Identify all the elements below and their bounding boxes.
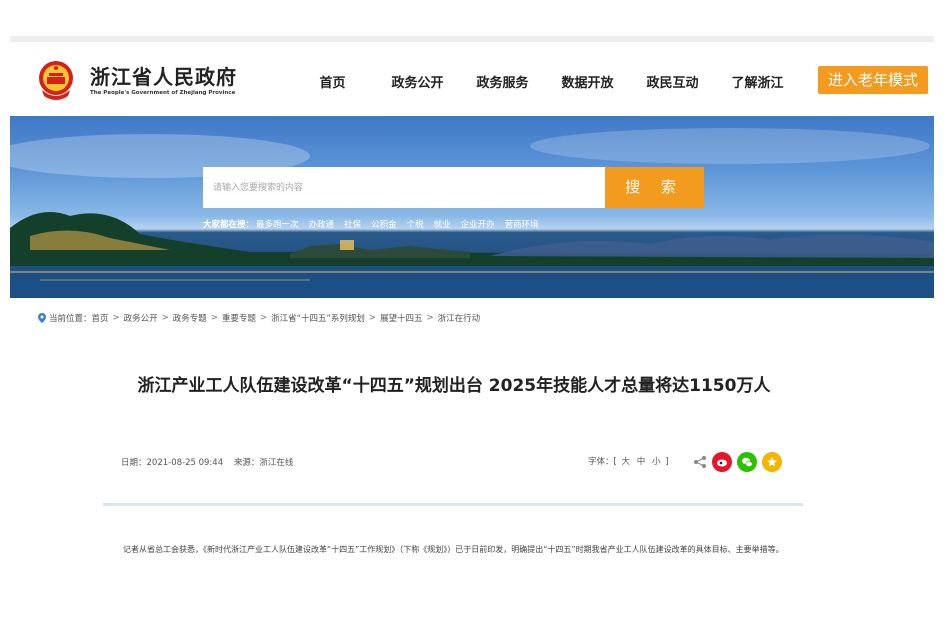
- wechat-icon[interactable]: [737, 452, 757, 472]
- breadcrumb-separator: >: [161, 313, 169, 323]
- star-glyph: [767, 457, 777, 467]
- article-source: 来源：浙江在线: [233, 458, 294, 468]
- article-title: 浙江产业工人队伍建设改革“十四五”规划出台 2025年技能人才总量将达1150万…: [137, 376, 771, 396]
- weibo-glyph: [717, 459, 727, 467]
- breadcrumb-item[interactable]: 政务公开: [124, 312, 158, 324]
- site-name[interactable]: 浙江省人民政府: [90, 61, 237, 90]
- favorite-icon[interactable]: [762, 452, 782, 472]
- article-paragraph: 记者从省总工会获悉，《新时代浙江产业工人队伍建设改革“十四五”工作规划》（下称《…: [123, 545, 784, 554]
- breadcrumb-separator: >: [368, 313, 377, 323]
- breadcrumb-item[interactable]: 首页: [92, 312, 109, 324]
- hot-search-link[interactable]: 企业开办: [461, 218, 495, 230]
- elder-mode-button[interactable]: 进入老年模式: [818, 66, 928, 94]
- site-name-en: The People's Government of Zhejiang Prov…: [90, 90, 236, 96]
- breadcrumb-item[interactable]: 浙江省“十四五”系列规划: [271, 312, 365, 324]
- font-size-switcher: 字体：[ 大 中 小 ]: [588, 455, 669, 467]
- location-pin-icon: [38, 313, 46, 323]
- hot-search-link[interactable]: 营商环境: [505, 218, 539, 230]
- wechat-glyph: [742, 457, 753, 467]
- nav-item-interaction[interactable]: 政民互动: [630, 72, 715, 91]
- hot-search-link[interactable]: 就业: [434, 218, 451, 230]
- hero-banner: 搜 索 大家都在搜： 最多跑一次 办政通 社保 公积金 个税 就业 企业开办 营…: [10, 116, 934, 298]
- search-button[interactable]: 搜 索: [605, 167, 704, 208]
- font-size-large[interactable]: 大: [622, 457, 631, 467]
- share-icon[interactable]: [693, 455, 707, 469]
- breadcrumb-item[interactable]: 政务专题: [173, 312, 207, 324]
- breadcrumb-item[interactable]: 展望十四五: [380, 312, 423, 324]
- top-strip: [10, 36, 934, 42]
- hot-search-link[interactable]: 个税: [407, 218, 424, 230]
- search-input[interactable]: [203, 167, 605, 208]
- weibo-icon[interactable]: [712, 452, 732, 472]
- breadcrumb-item[interactable]: 浙江在行动: [438, 312, 481, 324]
- article-date: 日期：2021-08-25 09:44: [121, 458, 224, 468]
- hot-search-link[interactable]: 公积金: [371, 218, 397, 230]
- breadcrumb: 当前位置： 首页 > 政务公开 > 政务专题 > 重要专题 > 浙江省“十四五”系列规划…: [38, 312, 480, 324]
- main-nav: 首页 政务公开 政务服务 数据开放 政民互动 了解浙江: [290, 72, 800, 91]
- hot-search-label: 大家都在搜：: [203, 220, 255, 230]
- nav-item-open-data[interactable]: 数据开放: [545, 72, 630, 91]
- hot-search-link[interactable]: 最多跑一次: [256, 218, 299, 230]
- font-size-medium[interactable]: 中: [637, 457, 646, 467]
- nav-item-gov-service[interactable]: 政务服务: [460, 72, 545, 91]
- nav-item-gov-open[interactable]: 政务公开: [375, 72, 460, 91]
- hot-search-link[interactable]: 办政通: [309, 218, 335, 230]
- article-divider: [103, 503, 803, 506]
- breadcrumb-label: 当前位置：: [49, 314, 92, 324]
- breadcrumb-separator: >: [259, 313, 268, 323]
- font-size-close: ]: [665, 457, 669, 467]
- site-header: 浙江省人民政府 The People's Government of Zheji…: [10, 48, 934, 114]
- font-size-label: 字体：[: [588, 457, 617, 467]
- national-emblem-icon: [39, 61, 73, 100]
- article-meta: 日期：2021-08-25 09:44 来源：浙江在线: [121, 456, 301, 468]
- nav-item-home[interactable]: 首页: [290, 72, 375, 91]
- breadcrumb-item[interactable]: 重要专题: [222, 312, 256, 324]
- hot-search-bar: 大家都在搜： 最多跑一次 办政通 社保 公积金 个税 就业 企业开办 营商环境: [203, 218, 549, 230]
- breadcrumb-separator: >: [210, 313, 218, 323]
- breadcrumb-separator: >: [112, 313, 120, 323]
- breadcrumb-separator: >: [426, 313, 434, 323]
- nav-item-about[interactable]: 了解浙江: [715, 72, 800, 91]
- font-size-small[interactable]: 小: [652, 457, 661, 467]
- share-bar: [693, 452, 782, 472]
- hot-search-link[interactable]: 社保: [344, 218, 361, 230]
